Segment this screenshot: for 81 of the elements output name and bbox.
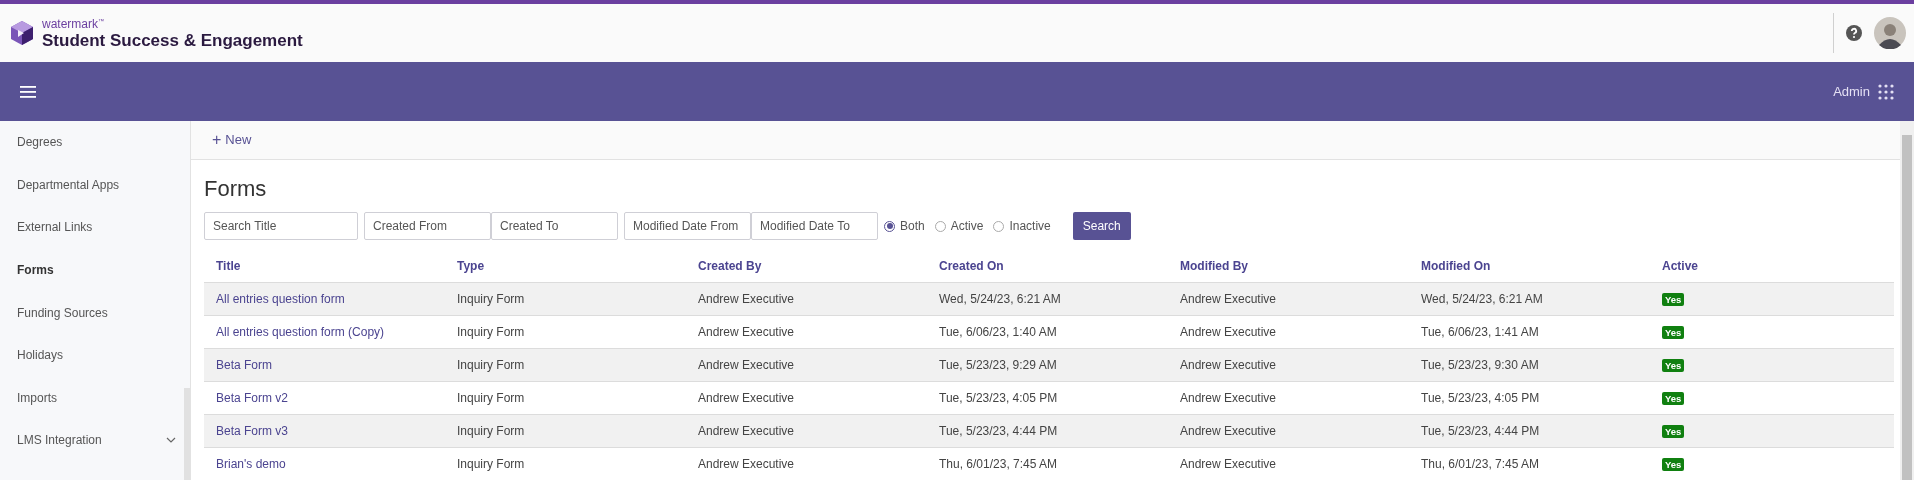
form-title-link[interactable]: Beta Form v2: [216, 390, 289, 405]
admin-link[interactable]: Admin: [1833, 81, 1870, 102]
sidebar-item[interactable]: Departmental Apps: [17, 175, 120, 194]
column-header[interactable]: Modified On: [1421, 258, 1491, 273]
table-cell: Tue, 6/06/23, 1:40 AM: [939, 324, 1057, 339]
table-cell: Tue, 5/23/23, 4:05 PM: [1421, 390, 1540, 405]
table-cell: Inquiry Form: [457, 456, 525, 471]
sidebar-item[interactable]: External Links: [17, 218, 93, 237]
app-title: Student Success & Engagement: [42, 31, 303, 49]
table-cell: Tue, 5/23/23, 9:30 AM: [1421, 357, 1539, 372]
input-field[interactable]: Created From: [364, 212, 491, 240]
table-cell: Andrew Executive: [1180, 390, 1277, 405]
table-cell: Inquiry Form: [457, 423, 525, 438]
avatar-icon[interactable]: [1874, 17, 1906, 49]
table-cell: Tue, 5/23/23, 4:05 PM: [939, 390, 1058, 405]
sidebar-item[interactable]: Imports: [17, 388, 57, 407]
plus-icon: +: [212, 132, 222, 148]
table-cell: Inquiry Form: [457, 291, 525, 306]
new-label: New: [225, 131, 252, 150]
status-badge: Yes: [1662, 457, 1685, 471]
column-header[interactable]: Created By: [698, 258, 762, 273]
input-field[interactable]: Modified Date From: [624, 212, 751, 240]
column-header[interactable]: Created On: [939, 258, 1004, 273]
form-title-link[interactable]: Beta Form: [216, 357, 272, 372]
page-scrollbar[interactable]: [1900, 121, 1914, 480]
input-field[interactable]: Created To: [491, 212, 618, 240]
table-cell: Andrew Executive: [698, 291, 795, 306]
table-cell: Andrew Executive: [698, 456, 795, 471]
sidebar-item[interactable]: Forms: [17, 261, 54, 280]
table-cell: Andrew Executive: [698, 390, 795, 405]
table-cell: Andrew Executive: [1180, 357, 1277, 372]
column-header[interactable]: Modified By: [1180, 258, 1248, 273]
brand-name: watermark: [42, 17, 98, 30]
status-badge: Yes: [1662, 424, 1685, 438]
sidebar-scrollbar[interactable]: [184, 388, 190, 480]
status-badge: Yes: [1662, 358, 1685, 372]
sidebar-item[interactable]: Holidays: [17, 346, 64, 365]
input-field[interactable]: Search Title: [204, 212, 358, 240]
form-title-link[interactable]: All entries question form: [216, 291, 345, 306]
table-cell: Inquiry Form: [457, 357, 525, 372]
form-title-link[interactable]: All entries question form (Copy): [216, 324, 385, 339]
status-badge: Yes: [1662, 325, 1685, 339]
table-cell: Inquiry Form: [457, 324, 525, 339]
cube-logo-icon: [10, 20, 34, 46]
table-cell: Thu, 6/01/23, 7:45 AM: [1421, 456, 1540, 471]
table-cell: Tue, 5/23/23, 4:44 PM: [939, 423, 1058, 438]
table-cell: Tue, 6/06/23, 1:41 AM: [1421, 324, 1539, 339]
input-field[interactable]: Modified Date To: [751, 212, 878, 240]
new-button[interactable]: + New: [212, 130, 252, 150]
table-cell: Andrew Executive: [1180, 456, 1277, 471]
table-cell: Wed, 5/24/23, 6:21 AM: [1421, 291, 1543, 306]
menu-icon[interactable]: [20, 85, 36, 98]
radio-label: Both: [900, 218, 925, 235]
status-badge: Yes: [1662, 292, 1685, 306]
table-cell: Andrew Executive: [698, 357, 795, 372]
status-badge: Yes: [1662, 391, 1685, 405]
column-header[interactable]: Type: [457, 258, 485, 273]
table-cell: Andrew Executive: [698, 423, 795, 438]
app-grid-icon[interactable]: [1878, 83, 1894, 100]
table-cell: Andrew Executive: [1180, 291, 1277, 306]
table-cell: Tue, 5/23/23, 4:44 PM: [1421, 423, 1540, 438]
table-cell: Thu, 6/01/23, 7:45 AM: [939, 456, 1058, 471]
column-header[interactable]: Active: [1662, 258, 1699, 273]
sidebar-item[interactable]: Degrees: [17, 133, 63, 152]
form-title-link[interactable]: Brian's demo: [216, 456, 286, 471]
table-cell: Andrew Executive: [1180, 423, 1277, 438]
table-cell: Wed, 5/24/23, 6:21 AM: [939, 291, 1061, 306]
radio-label: Active: [950, 218, 984, 235]
table-cell: Andrew Executive: [698, 324, 795, 339]
table-cell: Inquiry Form: [457, 390, 525, 405]
form-title-link[interactable]: Beta Form v3: [216, 423, 289, 438]
column-header[interactable]: Title: [216, 258, 241, 273]
sidebar-item[interactable]: Funding Sources: [17, 303, 108, 322]
table-cell: Andrew Executive: [1180, 324, 1277, 339]
help-icon[interactable]: [1846, 25, 1862, 41]
search-button[interactable]: Search: [1072, 212, 1131, 240]
table-cell: Tue, 5/23/23, 9:29 AM: [939, 357, 1057, 372]
chevron-down-icon[interactable]: [166, 437, 176, 444]
radio-label: Inactive: [1009, 218, 1051, 235]
page-title: Forms: [204, 175, 268, 203]
sidebar-item[interactable]: LMS Integration: [17, 431, 102, 450]
